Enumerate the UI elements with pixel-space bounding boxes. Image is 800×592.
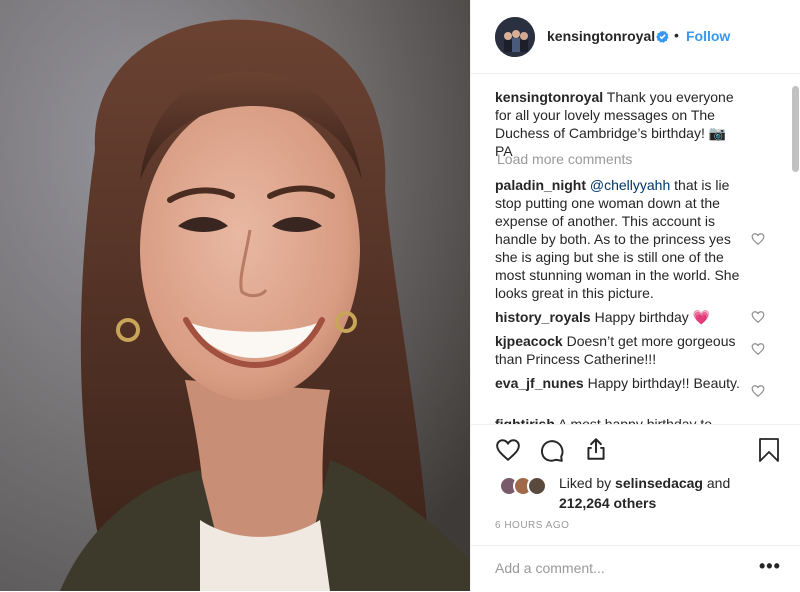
follow-button[interactable]: Follow xyxy=(686,28,730,44)
post-viewer: kensingtonroyal • Follow kensingtonroyal… xyxy=(0,0,800,591)
comment-item: history_royals Happy birthday 💗 xyxy=(495,308,743,326)
more-options-icon[interactable]: ••• xyxy=(759,556,781,577)
add-comment-bar: ••• xyxy=(471,545,800,592)
post-photo[interactable] xyxy=(0,0,470,591)
comment-like-heart-icon[interactable] xyxy=(751,232,765,246)
scrollbar-thumb[interactable] xyxy=(792,86,799,172)
comments-list[interactable]: kensingtonroyal Thank you everyone for a… xyxy=(495,84,765,424)
comment-like-heart-icon[interactable] xyxy=(751,342,765,356)
share-icon[interactable] xyxy=(583,436,609,462)
verified-badge-icon xyxy=(656,30,669,43)
load-more-comments-button[interactable]: Load more comments xyxy=(497,150,632,168)
comment-username[interactable]: eva_jf_nunes xyxy=(495,375,584,391)
comments-scrollbar[interactable] xyxy=(790,74,800,424)
comment-text: Happy birthday!! Beauty. xyxy=(583,375,740,391)
action-bar xyxy=(471,424,800,462)
comment-item: kjpeacock Doesn’t get more gorgeous than… xyxy=(495,332,743,368)
likes-prefix: Liked by xyxy=(559,475,616,491)
liker-avatar xyxy=(527,476,547,496)
comment-username[interactable]: kjpeacock xyxy=(495,333,563,349)
post-timestamp[interactable]: 6 HOURS AGO xyxy=(495,520,569,531)
comment-item: eva_jf_nunes Happy birthday!! Beauty. xyxy=(495,374,743,392)
likes-count[interactable]: 212,264 others xyxy=(559,495,656,511)
bookmark-icon[interactable] xyxy=(757,437,781,463)
comment-icon[interactable] xyxy=(539,437,565,463)
comment-like-heart-icon[interactable] xyxy=(751,384,765,398)
header-username[interactable]: kensingtonroyal xyxy=(547,28,655,44)
profile-avatar[interactable] xyxy=(495,17,535,57)
comment-username[interactable]: fightirish xyxy=(495,416,555,424)
add-comment-input[interactable] xyxy=(495,560,735,576)
comment-text: that is lie stop putting one woman down … xyxy=(495,177,740,301)
caption-username[interactable]: kensingtonroyal xyxy=(495,89,603,105)
comment-username[interactable]: history_royals xyxy=(495,309,591,325)
portrait-image xyxy=(0,0,470,591)
liked-by-text: Liked by selinsedacag and 212,264 others xyxy=(559,473,759,513)
comment-text: A most happy birthday to xyxy=(554,416,713,424)
likes-middle: and xyxy=(702,475,731,491)
post-header: kensingtonroyal • Follow xyxy=(471,0,800,74)
post-details-panel: kensingtonroyal • Follow kensingtonroyal… xyxy=(470,0,800,591)
header-separator: • xyxy=(674,27,679,43)
liked-by-user[interactable]: selinsedacag xyxy=(615,475,703,491)
heart-icon[interactable] xyxy=(495,437,521,463)
comment-item: fightirish A most happy birthday to xyxy=(495,415,743,424)
avatar-image xyxy=(495,17,535,57)
comment-like-heart-icon[interactable] xyxy=(751,310,765,324)
comment-mention[interactable]: @chellyyahh xyxy=(590,177,670,193)
comment-item: paladin_night @chellyyahh that is lie st… xyxy=(495,176,743,302)
comment-username[interactable]: paladin_night xyxy=(495,177,586,193)
comment-text: Happy birthday 💗 xyxy=(590,309,711,325)
